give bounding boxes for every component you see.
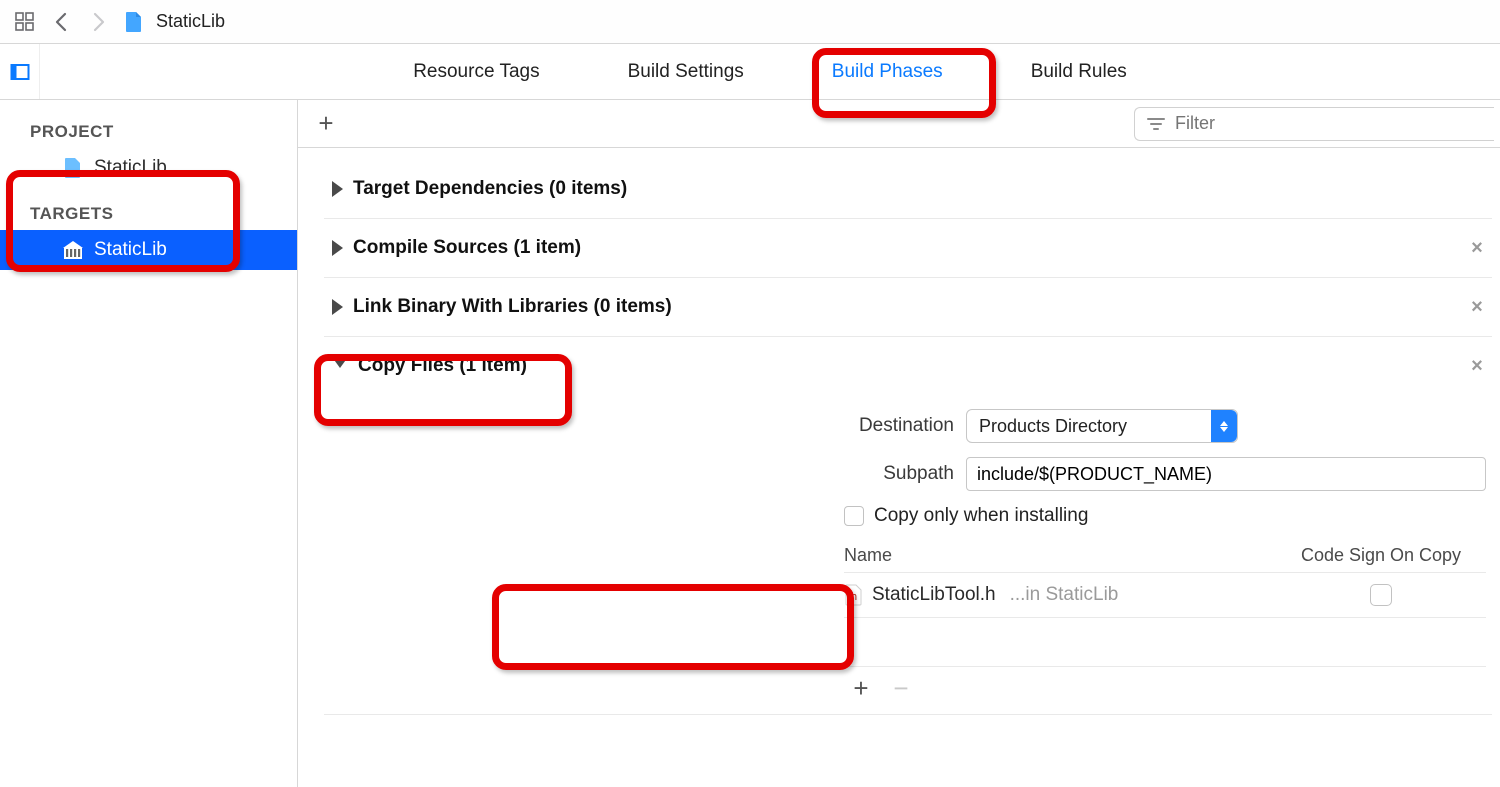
sidebar-project-label: StaticLib [94, 157, 167, 179]
sidebar-toggle-button[interactable] [0, 44, 40, 99]
copy-files-table: Name Code Sign On Copy h StaticLibTool [844, 545, 1486, 710]
project-title: StaticLib [156, 11, 225, 32]
filter-input[interactable] [1175, 113, 1484, 134]
files-table-header: Name Code Sign On Copy [844, 545, 1486, 572]
back-button[interactable] [48, 9, 74, 35]
phase-title: Link Binary With Libraries (0 items) [353, 296, 672, 318]
phases-toolbar: + [298, 100, 1500, 148]
destination-select[interactable]: Products Directory [966, 409, 1238, 443]
filter-field[interactable] [1134, 107, 1494, 141]
editor-tabs: Resource Tags Build Settings Build Phase… [40, 44, 1500, 99]
copy-only-label: Copy only when installing [874, 505, 1088, 527]
tab-build-settings[interactable]: Build Settings [624, 55, 748, 89]
disclosure-icon [332, 181, 343, 197]
codesign-column-header: Code Sign On Copy [1276, 545, 1486, 566]
library-target-icon [62, 239, 84, 261]
destination-row: Destination Products Directory [324, 409, 1492, 443]
remove-phase-button[interactable]: × [1466, 296, 1488, 318]
tab-resource-tags[interactable]: Resource Tags [409, 55, 543, 89]
phase-title: Compile Sources (1 item) [353, 237, 581, 259]
navigator-grid-icon[interactable] [14, 11, 36, 33]
project-file-icon [62, 157, 84, 179]
disclosure-icon [332, 299, 343, 315]
tab-build-rules[interactable]: Build Rules [1027, 55, 1131, 89]
phase-compile-sources[interactable]: Compile Sources (1 item) × [324, 219, 1492, 278]
copy-only-checkbox[interactable] [844, 506, 864, 526]
add-file-button[interactable]: + [848, 676, 874, 702]
sidebar-target-item[interactable]: StaticLib [0, 230, 297, 270]
codesign-checkbox[interactable] [1370, 584, 1392, 606]
phase-title: Copy Files (1 item) [358, 355, 527, 377]
remove-phase-button[interactable]: × [1466, 355, 1488, 377]
filter-icon [1145, 113, 1167, 135]
forward-button[interactable] [86, 9, 112, 35]
editor-tabbar: Resource Tags Build Settings Build Phase… [0, 44, 1500, 100]
svg-text:h: h [851, 590, 858, 603]
destination-value: Products Directory [979, 416, 1127, 437]
sidebar-project-item[interactable]: StaticLib [0, 148, 297, 188]
build-phases-list: Target Dependencies (0 items) Compile So… [298, 148, 1500, 715]
subpath-input[interactable] [966, 457, 1486, 491]
sidebar-target-label: StaticLib [94, 239, 167, 261]
name-column-header: Name [844, 545, 1276, 566]
remove-phase-button[interactable]: × [1466, 237, 1488, 259]
add-phase-button[interactable]: + [312, 110, 340, 138]
destination-label: Destination [324, 415, 966, 437]
subpath-label: Subpath [324, 463, 966, 485]
phase-link-binary[interactable]: Link Binary With Libraries (0 items) × [324, 278, 1492, 337]
phase-copy-files[interactable]: Copy Files (1 item) × [324, 337, 1492, 395]
file-row[interactable]: h StaticLibTool.h ...in StaticLib [844, 572, 1486, 618]
file-name: StaticLibTool.h [872, 584, 996, 606]
remove-file-button[interactable]: − [888, 676, 914, 702]
tab-build-phases[interactable]: Build Phases [828, 55, 947, 89]
files-footer: + − [844, 666, 1486, 710]
copy-files-body: Destination Products Directory Subpath C… [324, 395, 1492, 715]
top-toolbar: StaticLib [0, 0, 1500, 44]
file-location: ...in StaticLib [1010, 584, 1119, 606]
project-sidebar: PROJECT StaticLib TARGETS St [0, 100, 298, 787]
editor-content: + Target Dependencies (0 items) [298, 100, 1500, 787]
disclosure-down-icon [332, 357, 348, 376]
project-doc-icon [124, 11, 144, 33]
project-section-header: PROJECT [0, 116, 297, 148]
select-stepper-icon [1211, 410, 1237, 442]
header-file-icon: h [844, 583, 864, 607]
targets-section-header: TARGETS [0, 198, 297, 230]
subpath-row: Subpath [324, 457, 1492, 491]
phase-target-dependencies[interactable]: Target Dependencies (0 items) [324, 160, 1492, 219]
copy-only-row: Copy only when installing [324, 505, 1492, 527]
disclosure-icon [332, 240, 343, 256]
phase-title: Target Dependencies (0 items) [353, 178, 627, 200]
